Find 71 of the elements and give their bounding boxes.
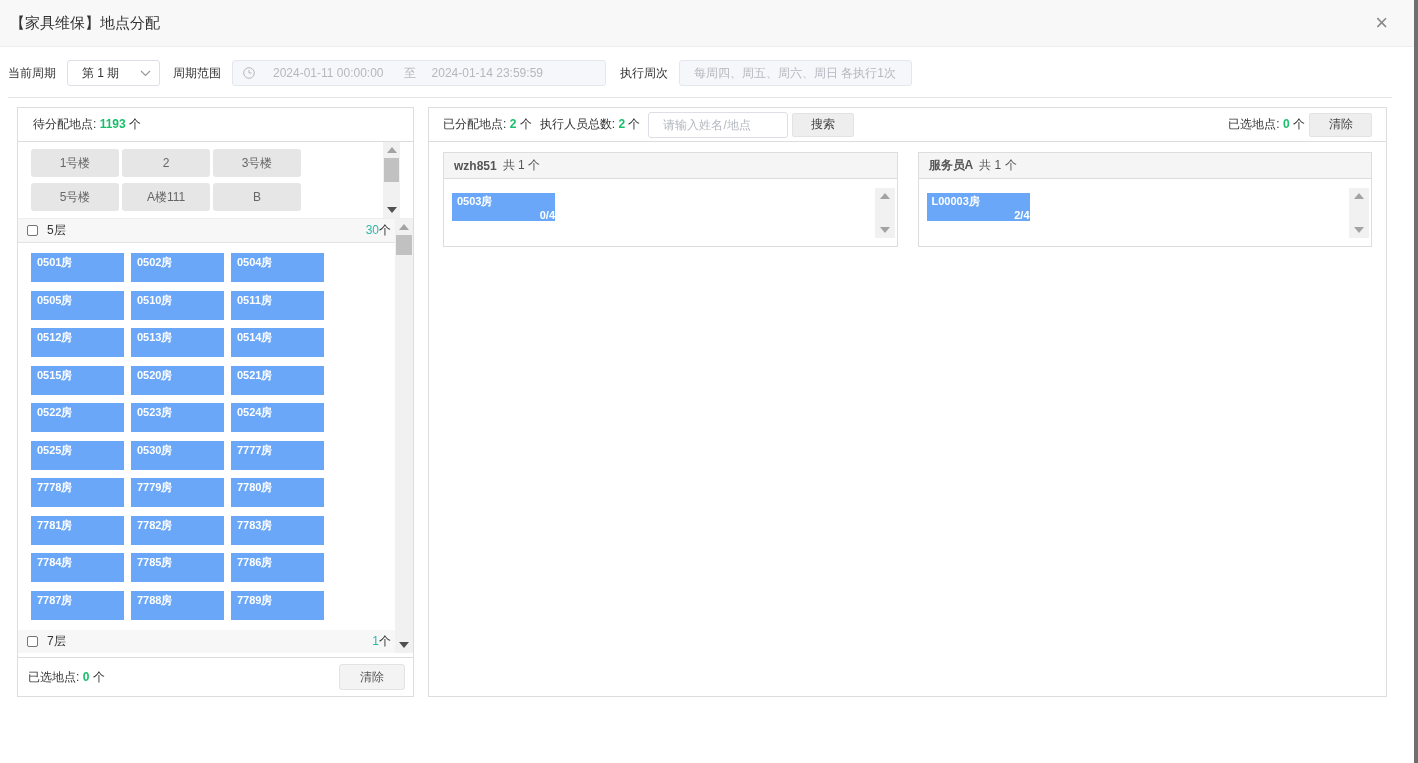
room-tile[interactable]: 0511房	[231, 290, 324, 320]
close-button[interactable]: ×	[1371, 12, 1392, 34]
room-tile[interactable]: 7788房	[131, 590, 224, 620]
clear-button[interactable]: 清除	[339, 664, 405, 690]
floor-label: 5层	[47, 222, 67, 239]
room-tile[interactable]: 0514房	[231, 328, 324, 357]
room-tile[interactable]: 0512房	[31, 328, 124, 357]
room-tile[interactable]: 0515房	[31, 365, 124, 395]
room-tile[interactable]: 0524房	[231, 403, 324, 432]
room-tile[interactable]: 0513房	[131, 328, 224, 357]
building-chip[interactable]: A楼111	[122, 183, 210, 211]
scrollbar[interactable]	[395, 219, 413, 653]
room-tile[interactable]: 7782房	[131, 515, 224, 545]
building-chip[interactable]: 1号楼	[31, 149, 119, 177]
chevron-down-icon	[140, 69, 151, 77]
room-tile[interactable]: 7785房	[131, 553, 224, 582]
dialog-title: 【家具维保】地点分配	[10, 13, 160, 33]
room-tile[interactable]: 0501房	[31, 253, 124, 282]
room-tile[interactable]: 0502房	[131, 253, 224, 282]
room-tile[interactable]: 7778房	[31, 478, 124, 507]
scrollbar[interactable]	[874, 188, 895, 238]
room-tile[interactable]: 7786房	[231, 553, 324, 582]
room-tile[interactable]: 7780房	[231, 478, 324, 507]
summary-count: 已分配地点: 2 个	[443, 116, 532, 133]
worker-total: 共 1 个	[979, 157, 1017, 174]
room-tile[interactable]: 0505房	[31, 290, 124, 320]
room-tile[interactable]: 7783房	[231, 515, 324, 545]
pending-count: 待分配地点: 1193 个	[33, 116, 142, 133]
scrollbar[interactable]	[383, 142, 400, 218]
selected-count: 已选地点: 0 个	[28, 668, 105, 686]
worker-name: wzh851	[454, 158, 497, 173]
clock-icon	[243, 67, 255, 79]
date-range-field: 2024-01-11 00:00:00 至 2024-01-14 23:59:59	[232, 60, 606, 86]
location-tile[interactable]: L00003房 2/4	[926, 193, 1030, 221]
room-tile[interactable]: 7781房	[31, 515, 124, 545]
location-tile[interactable]: 0503房 0/4	[452, 193, 555, 221]
room-tile[interactable]: 0520房	[131, 365, 224, 395]
room-tile[interactable]: 0522房	[31, 403, 124, 432]
scrollbar[interactable]	[1349, 188, 1369, 238]
building-chip[interactable]: 5号楼	[31, 183, 119, 211]
floor-label: 7层	[47, 632, 67, 650]
worker-name: 服务员A	[928, 157, 974, 174]
checkbox[interactable]	[27, 225, 38, 236]
room-tile[interactable]: 7784房	[31, 553, 124, 582]
worker-total: 共 1 个	[502, 157, 541, 174]
frequency-field: 每周四、周五、周六、周日 各执行1次	[679, 60, 912, 86]
clear-button[interactable]: 清除	[1309, 112, 1372, 137]
selected-count: 已选地点: 0 个	[1228, 116, 1305, 133]
room-tile[interactable]: 7779房	[131, 478, 224, 507]
summary-count: 执行人员总数: 2 个	[539, 116, 641, 133]
checkbox[interactable]	[27, 635, 38, 647]
room-tile[interactable]: 0530房	[131, 440, 224, 470]
room-tile[interactable]: 7777房	[231, 440, 324, 470]
room-tile[interactable]: 0523房	[131, 403, 224, 432]
period-select[interactable]: 第 1 期	[67, 60, 160, 86]
room-tile[interactable]: 0504房	[231, 253, 324, 282]
building-chip[interactable]: 3号楼	[213, 149, 301, 177]
search-button[interactable]: 搜索	[792, 112, 855, 137]
floor-count: 30个	[365, 222, 391, 239]
room-tile[interactable]: 0510房	[131, 290, 224, 320]
field-label: 周期范围	[173, 64, 221, 82]
building-chip[interactable]: 2	[122, 149, 210, 177]
room-tile[interactable]: 7787房	[31, 590, 124, 620]
field-label: 当前周期	[8, 64, 56, 82]
search-field[interactable]: 请输入姓名/地点	[648, 111, 789, 138]
building-chip[interactable]: B	[213, 183, 301, 211]
field-label: 执行周次	[620, 64, 668, 82]
room-tile[interactable]: 0521房	[231, 365, 324, 395]
room-tile[interactable]: 7789房	[231, 590, 324, 620]
room-tile[interactable]: 0525房	[31, 440, 124, 470]
floor-count: 1个	[372, 632, 391, 650]
